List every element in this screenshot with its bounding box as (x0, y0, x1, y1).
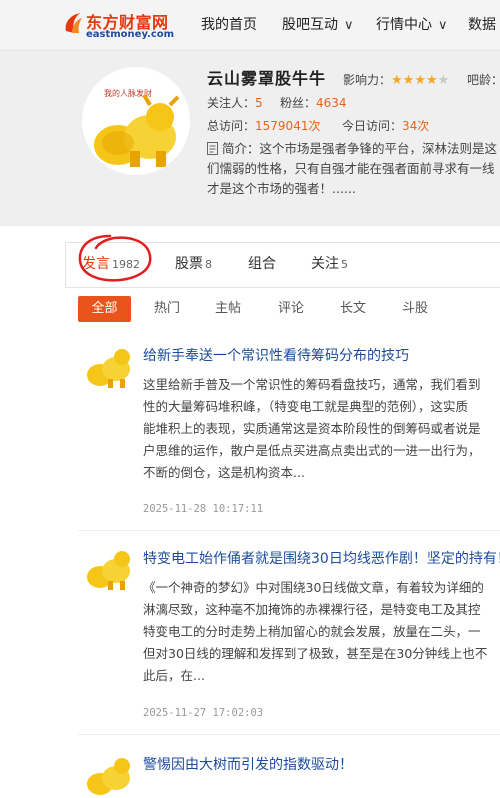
age-label: 吧龄： (467, 73, 500, 87)
intro-line-1: 这个市场是强者争锋的平台，深林法则是这 (259, 141, 498, 156)
nav-guba-label: 股吧互动 (282, 17, 338, 33)
chevron-down-icon: ∨ (438, 18, 448, 33)
nav-my-home[interactable]: 我的首页 (201, 14, 257, 34)
total-visits-stat: 总访问：1579041次 (207, 117, 320, 134)
fans-stat[interactable]: 粉丝：4634 (280, 94, 347, 111)
intro-line-3: 才是这个市场的强者！...... (207, 181, 356, 196)
intro-line-2: 们懦弱的性格，只有自强才能在强者面前寻求有一线 (207, 161, 495, 176)
post-divider (78, 530, 500, 531)
document-icon (207, 142, 218, 155)
filter-main-posts[interactable]: 主帖 (209, 296, 247, 322)
post-title[interactable]: 给新手奉送一个常识性看待筹码分布的技巧 (143, 345, 409, 365)
logo-mark-icon (65, 13, 82, 33)
profile-name: 云山雾罩股牛牛 (207, 69, 327, 88)
tab-portfolio[interactable]: 组合 (248, 253, 276, 273)
influence-label: 影响力： (343, 73, 392, 87)
nav-quotes-label: 行情中心 (376, 17, 432, 33)
post-divider (78, 734, 500, 735)
post-body-line: 特变电工的分时走势上稍加留心的就会发展，放量在二头，一 (143, 624, 481, 639)
filter-all[interactable]: 全部 (78, 296, 131, 322)
chevron-down-icon: ∨ (344, 18, 354, 33)
tab-portfolio-label: 组合 (248, 256, 276, 272)
post-title[interactable]: 特变电工始作俑者就是围绕30日均线恶作剧！坚定的持有！ (143, 548, 500, 568)
nav-my-home-label: 我的首页 (201, 17, 257, 33)
post-body[interactable]: 《一个神奇的梦幻》中对围绕30日线做文章，有着较为详细的 淋漓尽致，这种毫不加掩… (143, 577, 500, 687)
post-body[interactable]: 这里给新手普及一个常识性的筹码看盘技巧，通常，我们看到 性的大量筹码堆积峰，（特… (143, 374, 500, 484)
filter-stock-battle[interactable]: 斗股 (396, 296, 434, 322)
fans-count: 4634 (316, 96, 347, 110)
tab-following-count: 5 (341, 258, 348, 271)
post-body-line: 户思维的运作，散户是低点买进高点卖出式的一进一出行为， (143, 443, 481, 458)
profile-header: 我的人脉发财 云山雾罩股牛牛 影响力：★★★★★ 吧龄： 关注人：5 粉丝：46… (0, 51, 500, 226)
tab-stocks-count: 8 (205, 258, 212, 271)
post-avatar[interactable] (84, 752, 134, 798)
post-body-line: 能堆积上的表现，实质通常这是资本阶段性的倒筹码或者说是 (143, 421, 481, 436)
hand-drawn-circle-annotation (78, 234, 152, 282)
tab-following-label: 关注 (311, 256, 339, 272)
nav-data[interactable]: 数据 (468, 14, 496, 34)
post-title[interactable]: 警惕因由大树而引发的指数驱动！ (143, 754, 353, 774)
star-rating-icon: ★★★★★ (391, 73, 450, 88)
profile-intro: 简介：这个市场是强者争锋的平台，深林法则是这 们懦弱的性格，只有自强才能在强者面… (207, 139, 500, 199)
golden-ox-icon (94, 95, 180, 167)
post-avatar[interactable] (84, 545, 134, 591)
post-body-line: 此后，在... (143, 668, 205, 683)
nav-guba[interactable]: 股吧互动 ∨ (282, 14, 354, 34)
post-body-line: 这里给新手普及一个常识性的筹码看盘技巧，通常，我们看到 (143, 377, 481, 392)
today-visits-stat: 今日访问：34次 (342, 117, 429, 134)
post-body-line: 淋漓尽致，这种毫不加掩饰的赤裸裸行径，是特变电工及其控 (143, 602, 481, 617)
post-body-line: 但对30日线的理解和发挥到了极致，甚至是在30分钟线上也不 (143, 646, 488, 661)
post-timestamp: 2025-11-27 17:02:03 (143, 707, 264, 719)
site-logo[interactable]: 东方财富网 eastmoney.com (62, 9, 182, 43)
followers-stat[interactable]: 关注人：5 (207, 94, 263, 111)
today-visits-value: 34次 (402, 119, 430, 133)
today-visits-label: 今日访问： (342, 119, 403, 133)
total-visits-label: 总访问： (207, 119, 256, 133)
post-body-line: 不断的倒仓，这是机构资本... (143, 465, 305, 480)
influence-rating: 影响力：★★★★★ (343, 71, 449, 88)
nav-data-label: 数据 (468, 17, 496, 33)
post-body-line: 《一个神奇的梦幻》中对围绕30日线做文章，有着较为详细的 (143, 580, 484, 595)
post-avatar[interactable] (84, 343, 134, 389)
post-timestamp: 2025-11-28 10:17:11 (143, 503, 264, 515)
total-visits-value: 1579041次 (255, 119, 321, 133)
top-nav: 东方财富网 eastmoney.com 我的首页 股吧互动 ∨ 行情中心 ∨ 数据 (0, 0, 500, 51)
post-body-line: 性的大量筹码堆积峰，（特变电工就是典型的范例），这实质 (143, 399, 469, 414)
tab-stocks[interactable]: 股票 8 (175, 253, 212, 273)
followers-label: 关注人： (207, 96, 256, 110)
filter-comments[interactable]: 评论 (272, 296, 310, 322)
intro-label: 简介： (221, 141, 260, 156)
filter-hot[interactable]: 热门 (148, 296, 186, 322)
avatar[interactable]: 我的人脉发财 (82, 67, 190, 175)
filter-long-posts[interactable]: 长文 (334, 296, 372, 322)
tab-following[interactable]: 关注 5 (311, 253, 348, 273)
logo-domain: eastmoney.com (86, 29, 175, 40)
fans-label: 粉丝： (280, 96, 317, 110)
tab-stocks-label: 股票 (175, 256, 203, 272)
nav-quotes[interactable]: 行情中心 ∨ (376, 14, 448, 34)
followers-count: 5 (255, 96, 263, 110)
